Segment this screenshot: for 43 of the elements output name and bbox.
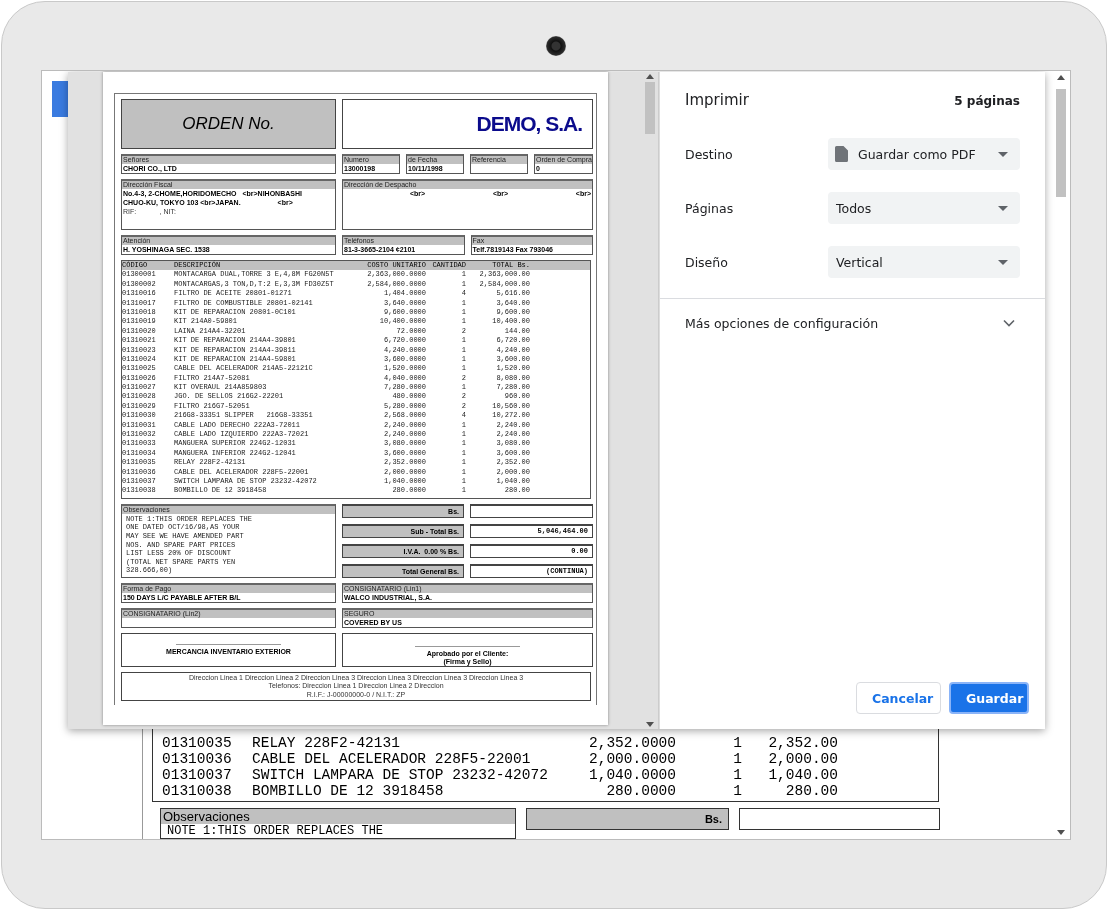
setting-label: Páginas: [685, 200, 734, 216]
table-cell-text: 1,040.0000: [588, 767, 676, 783]
dropdown-arrow-icon: [998, 205, 1008, 211]
cancel-button[interactable]: Cancelar: [856, 682, 941, 714]
save-button[interactable]: Guardar: [949, 682, 1029, 714]
field-label: Observaciones: [161, 809, 515, 824]
document-title: ORDEN No.: [121, 99, 336, 149]
select-field[interactable]: Guardar como PDF: [828, 138, 1020, 170]
table-cell-text: 01310038: [162, 783, 233, 799]
table-cell-text: 01310035: [162, 735, 233, 751]
setting-label: Destino: [685, 146, 733, 162]
dropdown-arrow-icon: [998, 259, 1008, 265]
table-cell-text: 01310037: [162, 767, 233, 783]
total-label: Bs.: [526, 808, 729, 830]
select-field[interactable]: Vertical: [828, 246, 1020, 278]
table-cell-text: BOMBILLO DE 12 3918458: [252, 783, 445, 799]
document-icon: [835, 146, 848, 162]
chevron-icon: [1003, 319, 1015, 327]
table-cell-text: 1: [732, 767, 742, 783]
scrollbar[interactable]: [1055, 75, 1067, 835]
select-field[interactable]: Todos: [828, 192, 1020, 224]
table-cell-text: CABLE DEL ACELERADOR 228F5-22001: [252, 751, 532, 767]
table-cell-text: 1,040.00: [767, 767, 838, 783]
dropdown-arrow-icon: [998, 151, 1008, 157]
table-cell-text: 2,000.0000: [588, 751, 676, 767]
more-settings-toggle[interactable]: Más opciones de configuración: [660, 299, 1045, 347]
table-cell-text: SWITCH LAMPARA DE STOP 23232-42072: [252, 767, 549, 783]
table-cell-text: 1: [732, 783, 742, 799]
table-cell-text: 01310036: [162, 751, 233, 767]
notes-text: NOTE 1:THIS ORDER REPLACES THE: [166, 824, 385, 838]
table-cell-text: 1: [732, 751, 742, 767]
camera-icon: [546, 36, 566, 56]
table-cell-text: 2,352.00: [767, 735, 838, 751]
company-name: DEMO, S.A.: [342, 99, 593, 149]
setting-label: Diseño: [685, 254, 728, 270]
table-cell-text: 2,352.0000: [588, 735, 676, 751]
dialog-title: Imprimir: [685, 91, 749, 109]
table-cell-text: 1: [732, 735, 742, 751]
table-cell-text: 280.0000: [605, 783, 676, 799]
table-cell-text: 280.00: [784, 783, 838, 799]
table-cell-text: RELAY 228F2-42131: [252, 735, 401, 751]
page-count: 5 páginas: [954, 94, 1020, 108]
table-cell-text: 2,000.00: [767, 751, 838, 767]
